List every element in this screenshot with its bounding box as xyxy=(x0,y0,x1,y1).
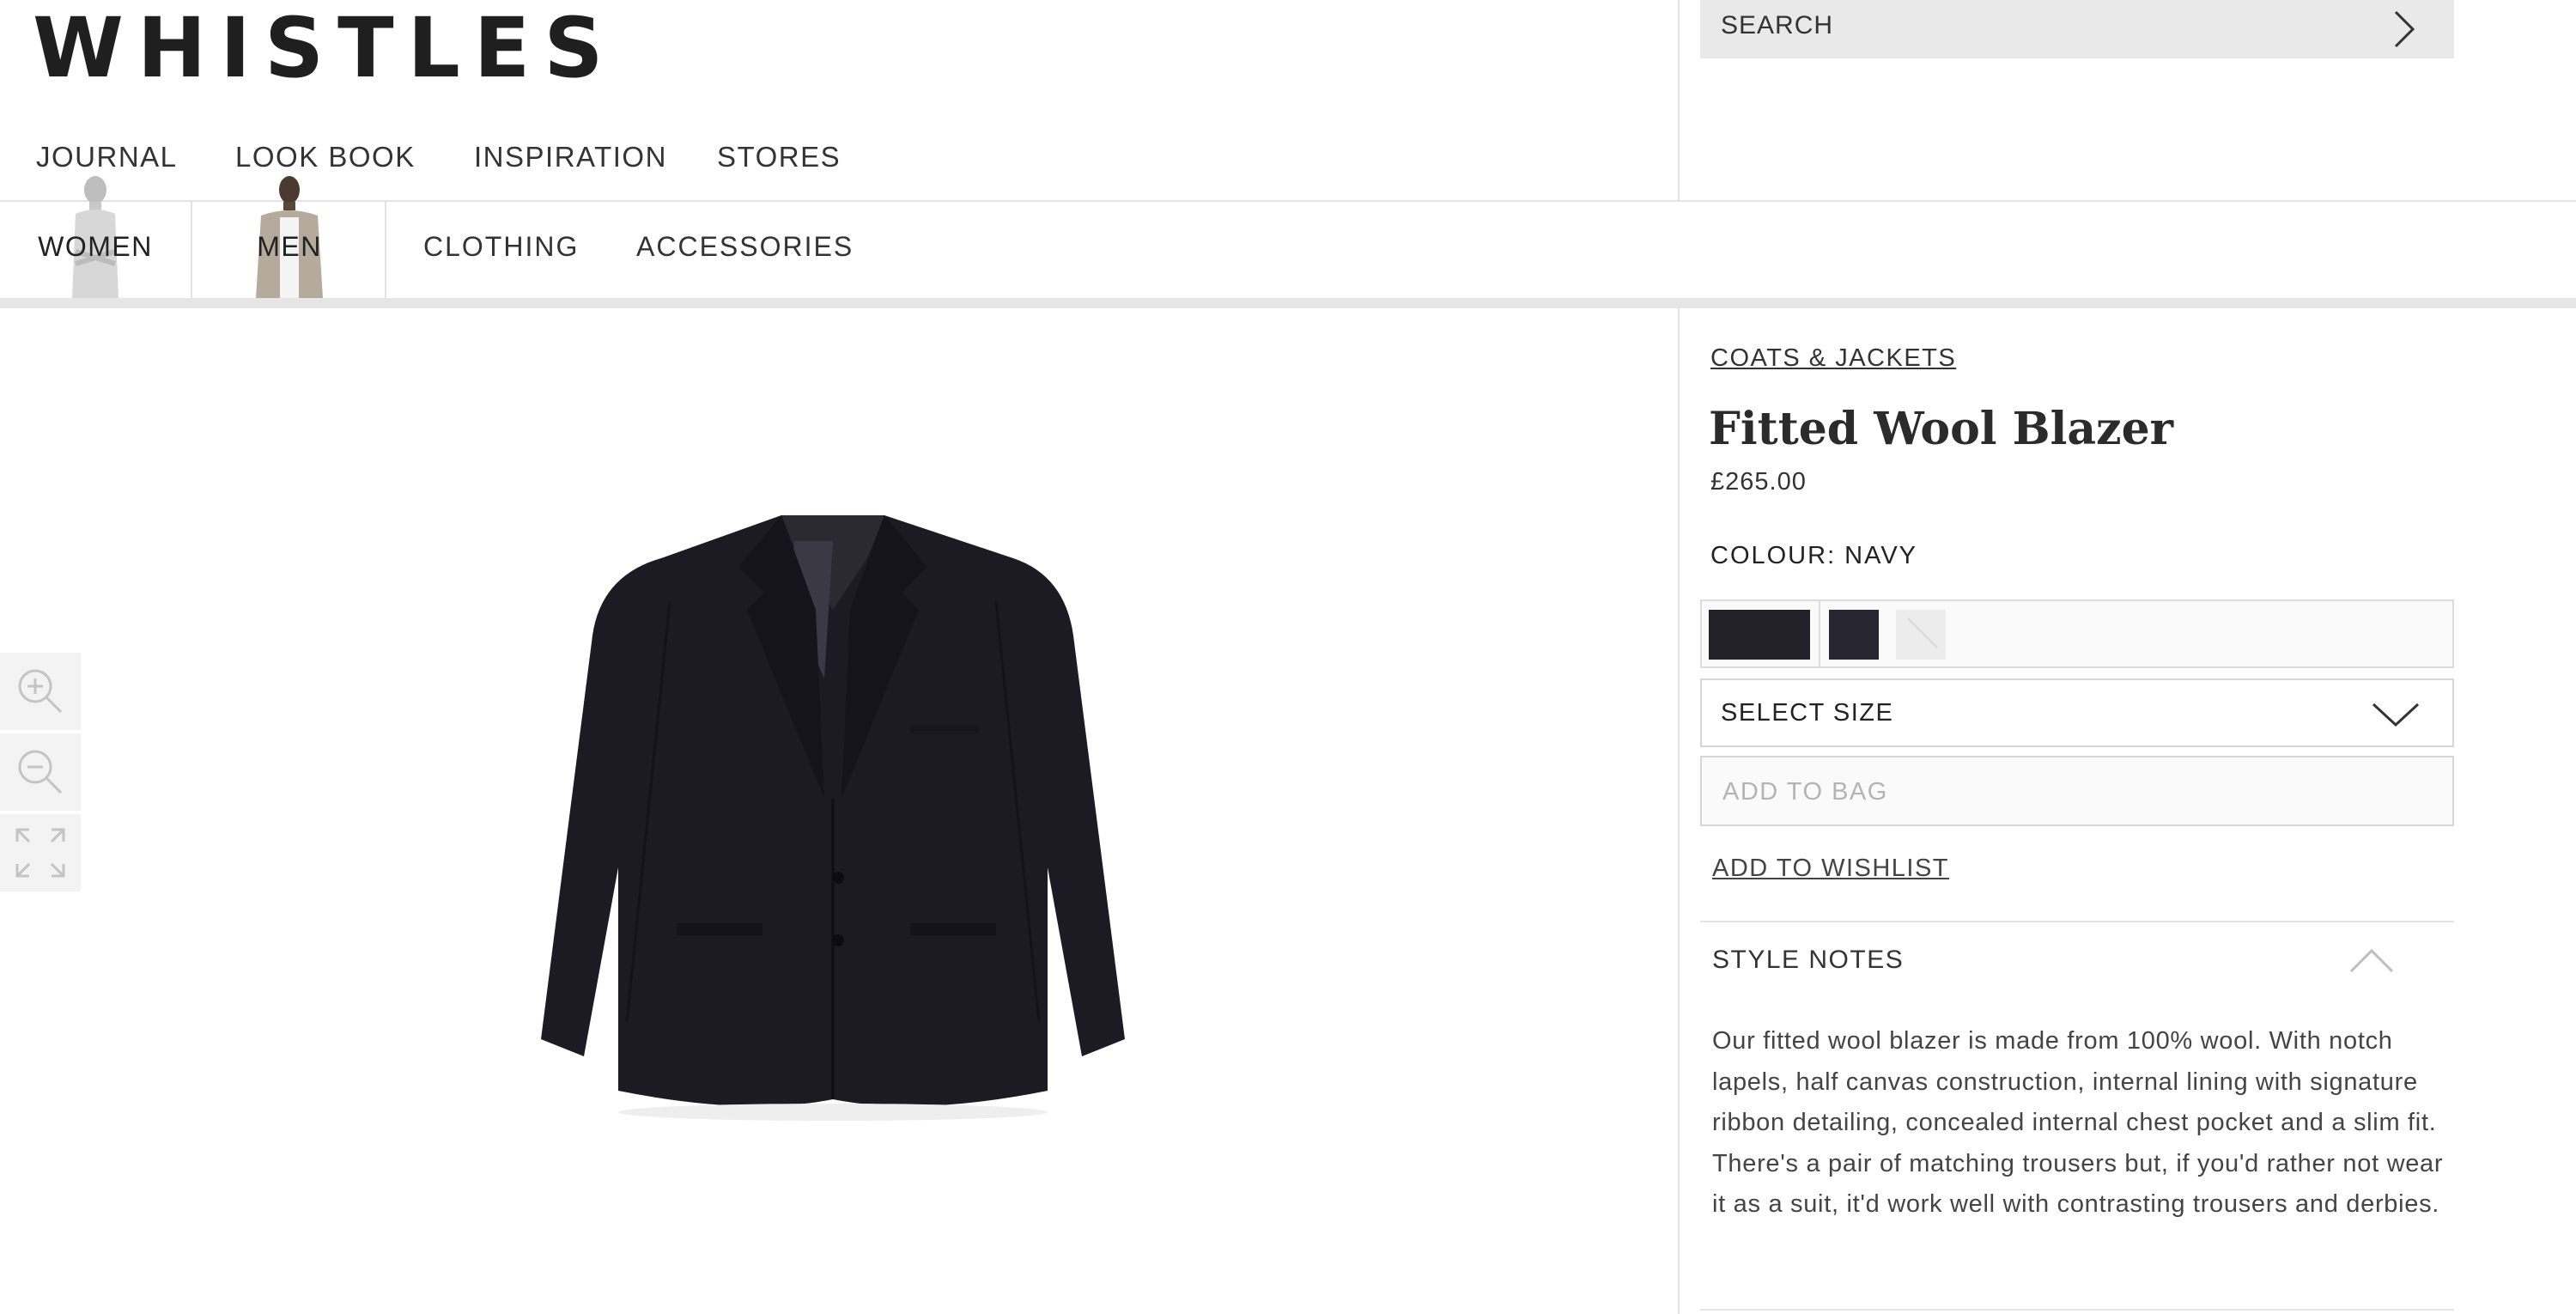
search-bar[interactable]: SEARCH xyxy=(1700,0,2454,58)
add-to-wishlist-link[interactable]: ADD TO WISHLIST xyxy=(1712,855,1949,883)
swatch-divider xyxy=(1819,601,1820,666)
gender-tab-men[interactable]: MEN xyxy=(194,176,386,298)
nav-look-book[interactable]: LOOK BOOK xyxy=(235,141,416,173)
zoom-out-icon xyxy=(18,750,63,794)
gender-label-men: MEN xyxy=(257,231,322,262)
search-label: SEARCH xyxy=(1721,11,1834,40)
style-notes-text: Our fitted wool blazer is made from 100%… xyxy=(1712,1027,2444,1218)
whistles-logo[interactable]: WHISTLES xyxy=(33,7,617,89)
site-header: WHISTLES SEARCH JOURNAL LOOK BOOK INSPIR… xyxy=(0,0,2576,202)
nav-stores[interactable]: STORES xyxy=(717,141,841,173)
zoom-in-icon xyxy=(18,669,63,714)
category-nav: WOMEN MEN CLOTHING ACCESSORIES xyxy=(0,176,2576,298)
image-zoom-controls xyxy=(0,653,81,895)
gender-label-women: WOMEN xyxy=(38,231,153,262)
strikethrough-icon xyxy=(1907,617,1938,648)
fullscreen-icon xyxy=(15,828,65,878)
size-select-label: SELECT SIZE xyxy=(1721,699,1894,727)
product-page: WHISTLES SEARCH JOURNAL LOOK BOOK INSPIR… xyxy=(0,0,2576,1314)
content-divider xyxy=(1678,308,1680,1314)
swatch-unavailable[interactable] xyxy=(1896,610,1946,660)
nav-bottom-band xyxy=(0,298,2576,308)
zoom-out-button[interactable] xyxy=(0,733,81,811)
size-select[interactable]: SELECT SIZE xyxy=(1700,678,2454,747)
nav-accessories[interactable]: ACCESSORIES xyxy=(636,231,854,263)
product-title: Fitted Wool Blazer xyxy=(1709,403,2174,455)
chevron-up-icon[interactable] xyxy=(2348,947,2396,975)
product-price: £265.00 xyxy=(1710,468,1807,496)
gender-tab-women[interactable]: WOMEN xyxy=(0,176,192,298)
nav-inspiration[interactable]: INSPIRATION xyxy=(474,141,667,173)
zoom-in-button[interactable] xyxy=(0,653,81,730)
chevron-right-icon[interactable] xyxy=(2385,7,2423,52)
chevron-down-icon xyxy=(2372,703,2420,727)
nav-clothing[interactable]: CLOTHING xyxy=(423,231,579,263)
swatch-navy[interactable] xyxy=(1829,610,1879,660)
style-notes-divider xyxy=(1700,921,2454,922)
add-to-bag-label: ADD TO BAG xyxy=(1722,778,1888,806)
style-notes-heading[interactable]: STYLE NOTES xyxy=(1712,946,1904,975)
breadcrumb-coats-jackets[interactable]: COATS & JACKETS xyxy=(1710,344,1956,373)
add-to-bag-button[interactable]: ADD TO BAG xyxy=(1700,756,2454,826)
fullscreen-button[interactable] xyxy=(0,814,81,891)
product-image-blazer[interactable] xyxy=(532,507,1133,1125)
bottom-divider xyxy=(1700,1309,2454,1311)
swatch-navy-selected[interactable] xyxy=(1709,610,1810,660)
header-divider xyxy=(1678,0,1680,202)
colour-label: COLOUR: NAVY xyxy=(1710,542,1918,569)
colour-swatches xyxy=(1700,599,2454,668)
nav-journal[interactable]: JOURNAL xyxy=(36,141,178,173)
